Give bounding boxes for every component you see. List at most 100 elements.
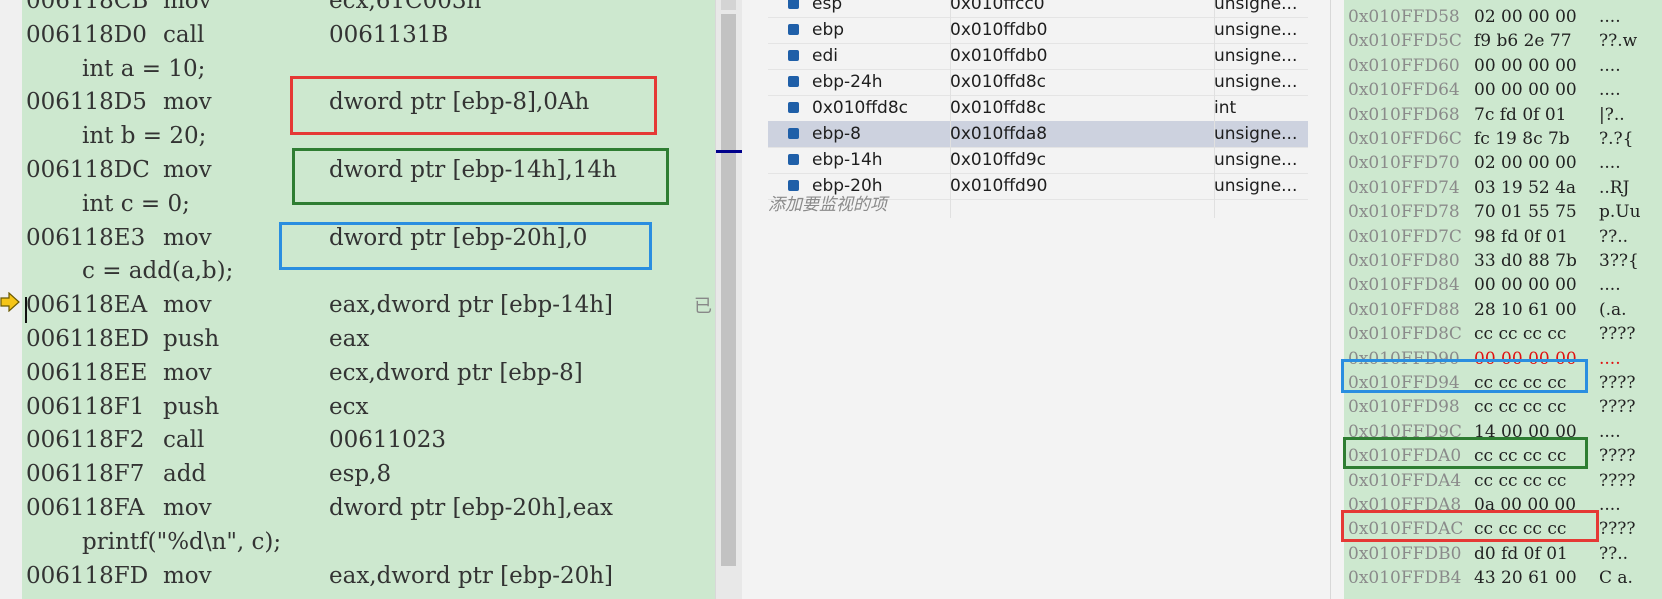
asm-arg: dword ptr [ebp-20h],eax bbox=[329, 495, 614, 521]
asm-arg: eax,dword ptr [ebp-20h] bbox=[329, 563, 614, 589]
watch-name: esp bbox=[812, 0, 843, 14]
source-line[interactable]: int a = 10; bbox=[82, 52, 205, 86]
watch-row[interactable]: ebp-24h 0x010ffd8c unsigne... bbox=[768, 69, 1308, 96]
source-line[interactable]: int c = 0; bbox=[82, 187, 190, 221]
watch-name: ebp-14h bbox=[812, 150, 883, 170]
watch-type: unsigne... bbox=[1214, 150, 1298, 170]
watch-row[interactable]: ebp 0x010ffdb0 unsigne... bbox=[768, 17, 1308, 44]
watch-type: unsigne... bbox=[1214, 20, 1298, 40]
asm-addr: 006118CB bbox=[26, 0, 149, 14]
disassembly-scrollbar[interactable] bbox=[715, 0, 743, 599]
memory-bytes: f9 b6 2e 77 bbox=[1474, 31, 1572, 51]
memory-bytes: 00 00 00 00 bbox=[1474, 275, 1577, 295]
scroll-position-marker bbox=[716, 150, 742, 153]
memory-ascii: .... bbox=[1599, 7, 1621, 27]
asm-op: push bbox=[163, 394, 220, 420]
memory-bytes: 70 01 55 75 bbox=[1474, 202, 1577, 222]
memory-ascii: ??.. bbox=[1599, 544, 1629, 564]
memory-ascii: .... bbox=[1599, 275, 1621, 295]
watch-type: unsigne... bbox=[1214, 0, 1298, 14]
current-instruction-arrow-icon bbox=[0, 292, 20, 312]
asm-op: mov bbox=[163, 360, 212, 386]
memory-ascii: ???? bbox=[1599, 373, 1636, 393]
watch-type: unsigne... bbox=[1214, 46, 1298, 66]
memory-bytes: cc cc cc cc bbox=[1474, 471, 1567, 491]
memory-bytes: cc cc cc cc bbox=[1474, 324, 1567, 344]
text-caret bbox=[25, 297, 27, 323]
memory-address: 0x010FFD84 bbox=[1348, 275, 1460, 295]
watch-name: ebp bbox=[812, 20, 845, 40]
memory-ascii: ???? bbox=[1599, 519, 1636, 539]
watch-row[interactable]: 0x010ffd8c 0x010ffd8c int bbox=[768, 95, 1308, 122]
memory-address: 0x010FFDB0 bbox=[1348, 544, 1462, 564]
variable-icon bbox=[788, 24, 799, 35]
asm-addr: 006118E3 bbox=[26, 225, 146, 251]
highlight-box-ebp-8 bbox=[290, 76, 657, 135]
scrollbar-thumb[interactable] bbox=[721, 14, 736, 566]
memory-address: 0x010FFD78 bbox=[1348, 202, 1460, 222]
memory-ascii: p.Uu bbox=[1599, 202, 1641, 222]
highlight-box-0x010FFDA8 bbox=[1341, 510, 1599, 542]
asm-op: mov bbox=[163, 563, 212, 589]
memory-ascii: .... bbox=[1599, 80, 1621, 100]
source-line[interactable]: c = add(a,b); bbox=[82, 254, 233, 288]
memory-ascii: ???? bbox=[1599, 397, 1636, 417]
watch-pane[interactable]: esp 0x010ffcc0 unsigne... ebp 0x010ffdb0 unsi… bbox=[742, 0, 1331, 599]
variable-icon bbox=[788, 50, 799, 61]
watch-type: int bbox=[1214, 98, 1237, 118]
variable-icon bbox=[788, 180, 799, 191]
memory-bytes: 98 fd 0f 01 bbox=[1474, 227, 1568, 247]
asm-arg: ecx,61C003h bbox=[329, 0, 482, 14]
memory-address: 0x010FFD64 bbox=[1348, 80, 1460, 100]
watch-row[interactable]: edi 0x010ffdb0 unsigne... bbox=[768, 43, 1308, 70]
watch-value: 0x010ffdb0 bbox=[950, 46, 1048, 66]
memory-ascii: 3??{ bbox=[1599, 251, 1639, 271]
memory-address: 0x010FFD98 bbox=[1348, 397, 1460, 417]
watch-value: 0x010ffdb0 bbox=[950, 20, 1048, 40]
source-line[interactable]: int b = 20; bbox=[82, 119, 206, 153]
asm-addr: 006118D5 bbox=[26, 89, 147, 115]
memory-address: 0x010FFD80 bbox=[1348, 251, 1460, 271]
watch-row[interactable]: ebp-8 0x010ffda8 unsigne... bbox=[768, 121, 1308, 148]
column-separator bbox=[1214, 0, 1215, 218]
asm-arg: ecx,dword ptr [ebp-8] bbox=[329, 360, 583, 386]
memory-address: 0x010FFDB4 bbox=[1348, 568, 1462, 588]
add-watch-item[interactable]: 添加要监视的项 bbox=[768, 192, 1308, 218]
memory-bytes: cc cc cc cc bbox=[1474, 397, 1567, 417]
watch-row[interactable]: ebp-14h 0x010ffd9c unsigne... bbox=[768, 147, 1308, 174]
memory-ascii: ..RJ bbox=[1599, 178, 1630, 198]
memory-ascii: ?.?{ bbox=[1599, 129, 1634, 149]
asm-arg: eax bbox=[329, 326, 370, 352]
memory-bytes: 7c fd 0f 01 bbox=[1474, 105, 1567, 125]
asm-op: call bbox=[163, 427, 205, 453]
memory-ascii: (.a. bbox=[1599, 300, 1627, 320]
memory-bytes: 02 00 00 00 bbox=[1474, 7, 1577, 27]
memory-ascii: ???? bbox=[1599, 446, 1636, 466]
asm-addr: 006118F7 bbox=[26, 461, 145, 487]
watch-type: unsigne... bbox=[1214, 72, 1298, 92]
disassembly-pane[interactable]: 006118CB mov ecx,61C003h 006118D0 call 006113… bbox=[0, 0, 715, 599]
scroll-up-button[interactable] bbox=[721, 0, 736, 10]
memory-ascii: C a. bbox=[1599, 568, 1633, 588]
memory-address: 0x010FFD74 bbox=[1348, 178, 1460, 198]
memory-bytes: 43 20 61 00 bbox=[1474, 568, 1577, 588]
memory-address: 0x010FFD7C bbox=[1348, 227, 1462, 247]
memory-pane[interactable]: 0x010FFD58 02 00 00 00.... 0x010FFD5C f9 b6… bbox=[1331, 0, 1662, 599]
watch-row[interactable]: esp 0x010ffcc0 unsigne... bbox=[768, 0, 1308, 18]
watch-name: 0x010ffd8c bbox=[812, 98, 908, 118]
variable-icon bbox=[788, 128, 799, 139]
memory-ascii: ??.. bbox=[1599, 227, 1629, 247]
watch-value: 0x010ffcc0 bbox=[950, 0, 1045, 14]
asm-addr: 006118EA bbox=[26, 292, 148, 318]
watch-value: 0x010ffd8c bbox=[950, 98, 1046, 118]
memory-bytes: d0 fd 0f 01 bbox=[1474, 544, 1568, 564]
memory-address: 0x010FFD68 bbox=[1348, 105, 1460, 125]
asm-op: push bbox=[163, 326, 220, 352]
asm-addr: 006118FA bbox=[26, 495, 145, 521]
memory-bytes: 00 00 00 00 bbox=[1474, 80, 1577, 100]
asm-op: mov bbox=[163, 89, 212, 115]
memory-ascii: ???? bbox=[1599, 471, 1636, 491]
asm-op: call bbox=[163, 22, 205, 48]
source-line[interactable]: printf("%d\n", c); bbox=[82, 525, 281, 559]
highlight-box-ebp-14h bbox=[292, 148, 669, 205]
